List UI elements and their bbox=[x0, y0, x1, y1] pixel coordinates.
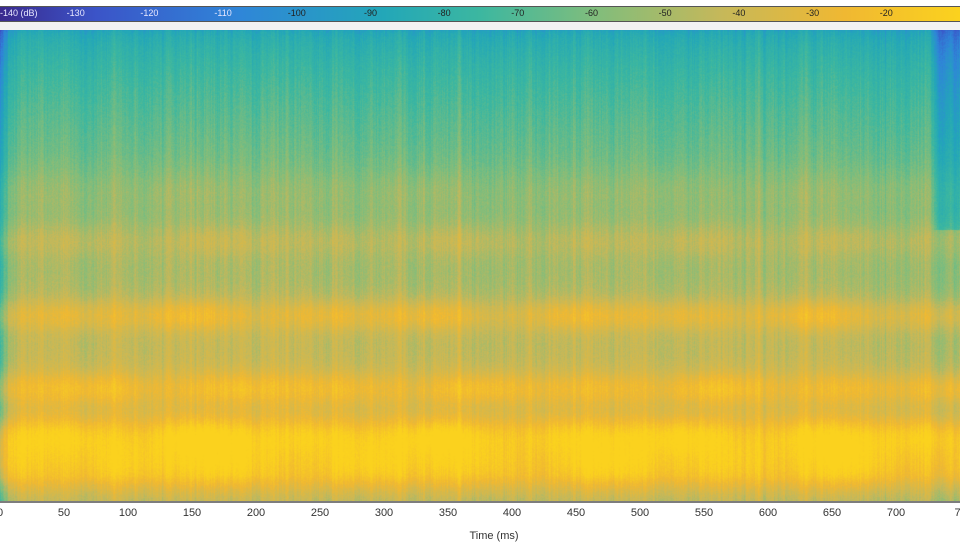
x-tick-label: 0 bbox=[0, 507, 3, 519]
x-tick-label: 150 bbox=[182, 507, 202, 519]
x-tick-label: 350 bbox=[438, 507, 458, 519]
x-tick-label: 600 bbox=[758, 507, 778, 519]
colorbar-legend: -140 (dB) -130 -120 -110 -100 -90 -80 -70 -60 -50… bbox=[0, 6, 960, 22]
x-tick-label: 750 bbox=[954, 507, 960, 519]
colorbar-tick-label: -60 bbox=[584, 8, 599, 18]
colorbar-tick-label: -120 bbox=[140, 8, 159, 18]
x-tick-label: 700 bbox=[886, 507, 906, 519]
x-tick-label: 100 bbox=[118, 507, 138, 519]
colorbar-tick-label: -40 bbox=[732, 8, 746, 18]
x-tick-label: 400 bbox=[502, 507, 522, 519]
x-tick-label: 200 bbox=[246, 507, 266, 519]
x-tick-label: 250 bbox=[310, 507, 330, 519]
colorbar-tick-label: -130 bbox=[66, 8, 85, 18]
colorbar-tick-label: -70 bbox=[511, 8, 525, 18]
x-axis-label: Time (ms) bbox=[469, 530, 519, 542]
x-tick-label: 500 bbox=[630, 507, 650, 519]
x-tick-label: 450 bbox=[566, 507, 586, 519]
x-axis: Time (ms) 0 50 100 150 200 250 300 350 400 450 500… bbox=[0, 503, 960, 548]
colorbar-tick-label: -110 bbox=[214, 8, 232, 18]
x-tick-label: 550 bbox=[694, 507, 714, 519]
colorbar-tick-label: -30 bbox=[806, 8, 820, 18]
x-tick-label: 300 bbox=[374, 507, 394, 519]
colorbar-tick-label: -90 bbox=[363, 8, 378, 18]
spectrogram-plot[interactable] bbox=[0, 30, 960, 502]
colorbar-unit-label: -140 (dB) bbox=[0, 8, 38, 18]
x-tick-label: 650 bbox=[822, 507, 842, 519]
x-tick-label: 50 bbox=[57, 507, 71, 519]
colorbar-tick-label: -50 bbox=[658, 8, 672, 18]
colorbar-tick-label: -100 bbox=[287, 8, 306, 18]
colorbar-tick-label: -80 bbox=[437, 8, 451, 18]
spectrogram-canvas[interactable] bbox=[0, 30, 960, 502]
colorbar-tick-label: -20 bbox=[879, 8, 893, 18]
